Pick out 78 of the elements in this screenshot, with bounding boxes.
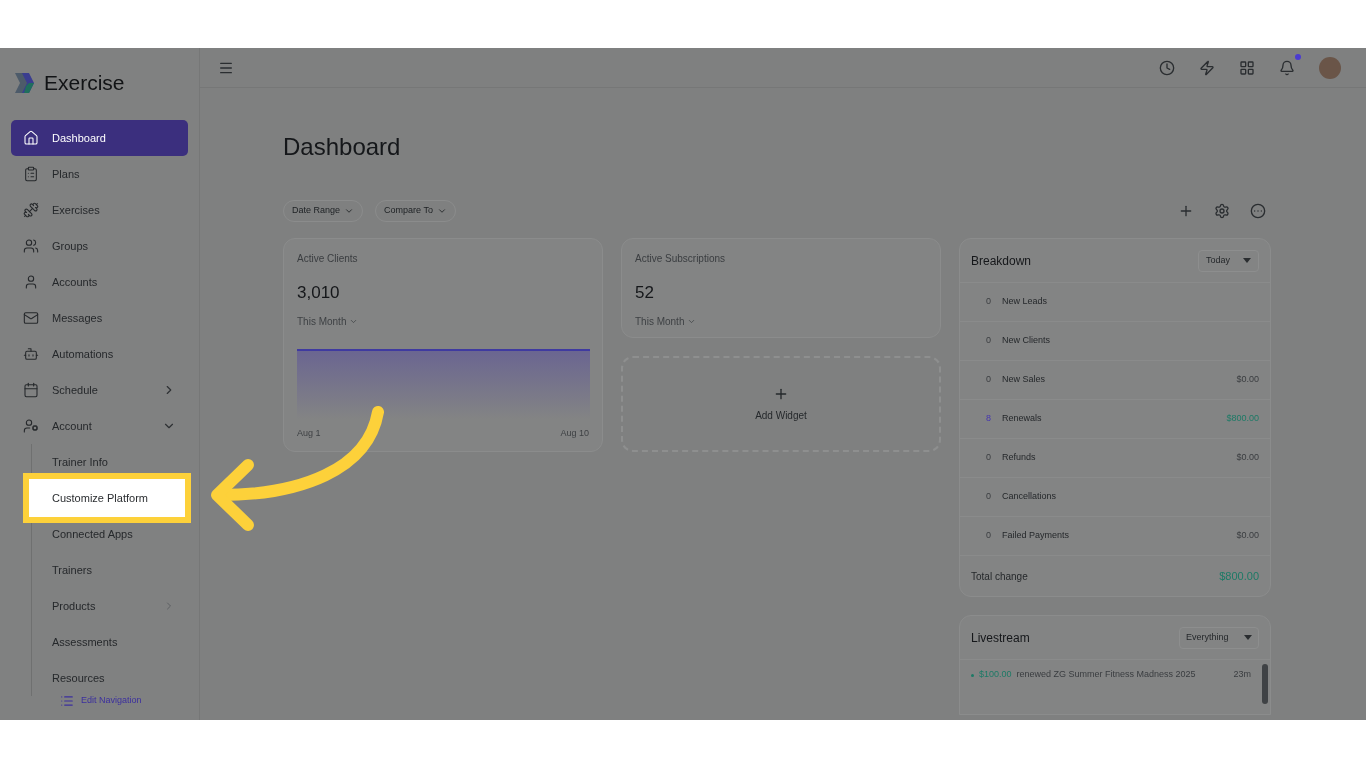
nav-item[interactable]: Messages bbox=[11, 300, 188, 336]
row-count: 0 bbox=[985, 451, 991, 465]
nav-subitem[interactable]: Products bbox=[52, 599, 96, 612]
lightning-icon[interactable] bbox=[1199, 59, 1215, 76]
row-label: Failed Payments bbox=[1002, 529, 1071, 543]
chevron-down-icon bbox=[344, 206, 355, 216]
brand-name: Exercise bbox=[44, 70, 125, 97]
row-label: Renewals bbox=[1002, 412, 1043, 426]
nav-subitem[interactable]: Trainers bbox=[52, 563, 92, 576]
row-label: Cancellations bbox=[1002, 490, 1058, 504]
more-icon[interactable] bbox=[1250, 203, 1266, 219]
scrollbar[interactable] bbox=[1262, 664, 1268, 704]
axis-label: Aug 10 bbox=[560, 426, 589, 440]
card-title: Active Clients bbox=[297, 252, 359, 266]
nav-subitem[interactable]: Assessments bbox=[52, 635, 118, 648]
row-amount: $0.00 bbox=[1236, 529, 1259, 543]
filter-dropdown[interactable]: Everything bbox=[1179, 626, 1259, 649]
users-icon bbox=[23, 238, 39, 254]
row-amount: $800.00 bbox=[1226, 412, 1259, 426]
nav-item[interactable]: Accounts bbox=[11, 264, 188, 300]
row-label: New Leads bbox=[1002, 295, 1049, 309]
add-widget-button[interactable]: Add Widget bbox=[621, 356, 941, 452]
nav-item[interactable]: Schedule bbox=[11, 372, 188, 408]
nav-item[interactable]: Groups bbox=[11, 228, 188, 264]
nav-item[interactable]: Exercises bbox=[11, 192, 188, 228]
chevron-down-icon bbox=[436, 206, 447, 216]
nav-item[interactable]: Plans bbox=[11, 156, 188, 192]
period-dropdown[interactable]: This Month bbox=[297, 313, 359, 329]
total-label: Total change bbox=[971, 569, 1028, 584]
user-gear-icon bbox=[23, 418, 39, 434]
nav-item[interactable]: Dashboard bbox=[11, 120, 188, 156]
caret-icon bbox=[1243, 258, 1251, 263]
nav-item[interactable]: Account bbox=[11, 408, 188, 444]
clipboard-icon bbox=[23, 166, 39, 182]
row-count: 0 bbox=[985, 373, 991, 387]
logo-icon bbox=[14, 72, 36, 94]
row-label: Refunds bbox=[1002, 451, 1037, 465]
row-amount: $0.00 bbox=[1236, 451, 1259, 465]
card-title: Breakdown bbox=[971, 252, 1032, 270]
nav-item[interactable]: Automations bbox=[11, 336, 188, 372]
row-count: 0 bbox=[985, 295, 991, 309]
card-title: Active Subscriptions bbox=[635, 252, 727, 266]
robot-icon bbox=[23, 346, 39, 362]
row-label: New Clients bbox=[1002, 334, 1051, 348]
grid-icon[interactable] bbox=[1239, 59, 1255, 76]
page-title: Dashboard bbox=[283, 132, 402, 162]
nav-subitem[interactable]: Connected Apps bbox=[52, 527, 133, 540]
calendar-icon bbox=[23, 382, 39, 398]
entry-text: renewed ZG Summer Fitness Madness 2025 bbox=[1016, 668, 1197, 682]
nav-subitem[interactable]: Resources bbox=[52, 671, 105, 684]
axis-label: Aug 1 bbox=[297, 426, 321, 440]
add-icon[interactable] bbox=[1178, 203, 1194, 219]
user-icon bbox=[23, 274, 39, 290]
row-count: 0 bbox=[985, 334, 991, 348]
stat-value: 3,010 bbox=[297, 282, 341, 304]
dumbbell-icon bbox=[23, 202, 39, 218]
entry-time: 23m bbox=[1233, 668, 1251, 682]
row-count: 8 bbox=[985, 412, 991, 426]
house-icon bbox=[23, 130, 39, 146]
clock-icon[interactable] bbox=[1159, 59, 1175, 76]
row-amount: $0.00 bbox=[1236, 373, 1259, 387]
total-value: $800.00 bbox=[1219, 568, 1259, 584]
period-dropdown[interactable]: This Month bbox=[635, 313, 697, 329]
bell-icon[interactable] bbox=[1279, 59, 1295, 76]
row-label: New Sales bbox=[1002, 373, 1047, 387]
card-title: Livestream bbox=[971, 629, 1030, 647]
edit-navigation-link[interactable]: Edit Navigation bbox=[60, 694, 199, 708]
stat-value: 52 bbox=[635, 282, 655, 304]
caret-icon bbox=[1244, 635, 1252, 640]
row-count: 0 bbox=[985, 490, 991, 504]
nav-subitem[interactable]: Customize Platform bbox=[23, 473, 191, 523]
nav-subitem[interactable]: Trainer Info bbox=[52, 455, 108, 468]
row-count: 0 bbox=[985, 529, 991, 543]
settings-icon[interactable] bbox=[1214, 203, 1230, 219]
list-icon bbox=[60, 694, 74, 708]
entry-amount: $100.00 bbox=[979, 668, 1012, 682]
period-dropdown[interactable]: Today bbox=[1198, 249, 1259, 272]
mail-icon bbox=[23, 310, 39, 326]
